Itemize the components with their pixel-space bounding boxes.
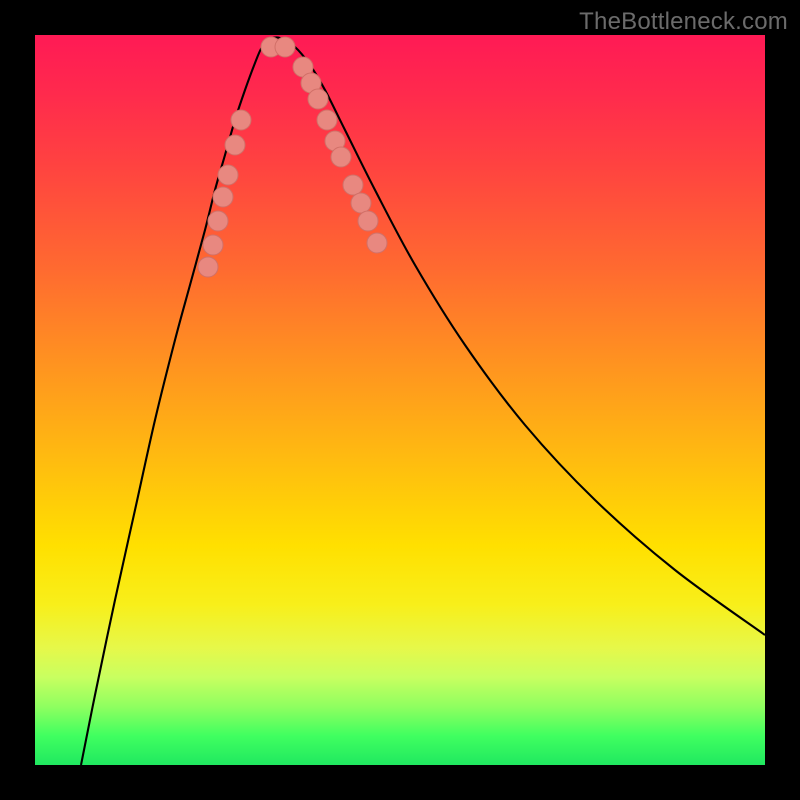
- marker-point: [213, 187, 233, 207]
- marker-point: [218, 165, 238, 185]
- watermark-text: TheBottleneck.com: [579, 8, 788, 36]
- bottleneck-curve: [81, 37, 765, 765]
- marker-point: [343, 175, 363, 195]
- marker-point: [275, 37, 295, 57]
- marker-point: [367, 233, 387, 253]
- marker-point: [308, 89, 328, 109]
- marker-point: [203, 235, 223, 255]
- marker-point: [351, 193, 371, 213]
- curve-path: [81, 37, 765, 765]
- chart-frame: TheBottleneck.com: [0, 0, 800, 800]
- marker-point: [208, 211, 228, 231]
- marker-point: [358, 211, 378, 231]
- marker-point: [225, 135, 245, 155]
- marker-point: [317, 110, 337, 130]
- curve-svg: [35, 35, 765, 765]
- marker-point: [231, 110, 251, 130]
- marker-point: [331, 147, 351, 167]
- marker-point: [198, 257, 218, 277]
- plot-area: [35, 35, 765, 765]
